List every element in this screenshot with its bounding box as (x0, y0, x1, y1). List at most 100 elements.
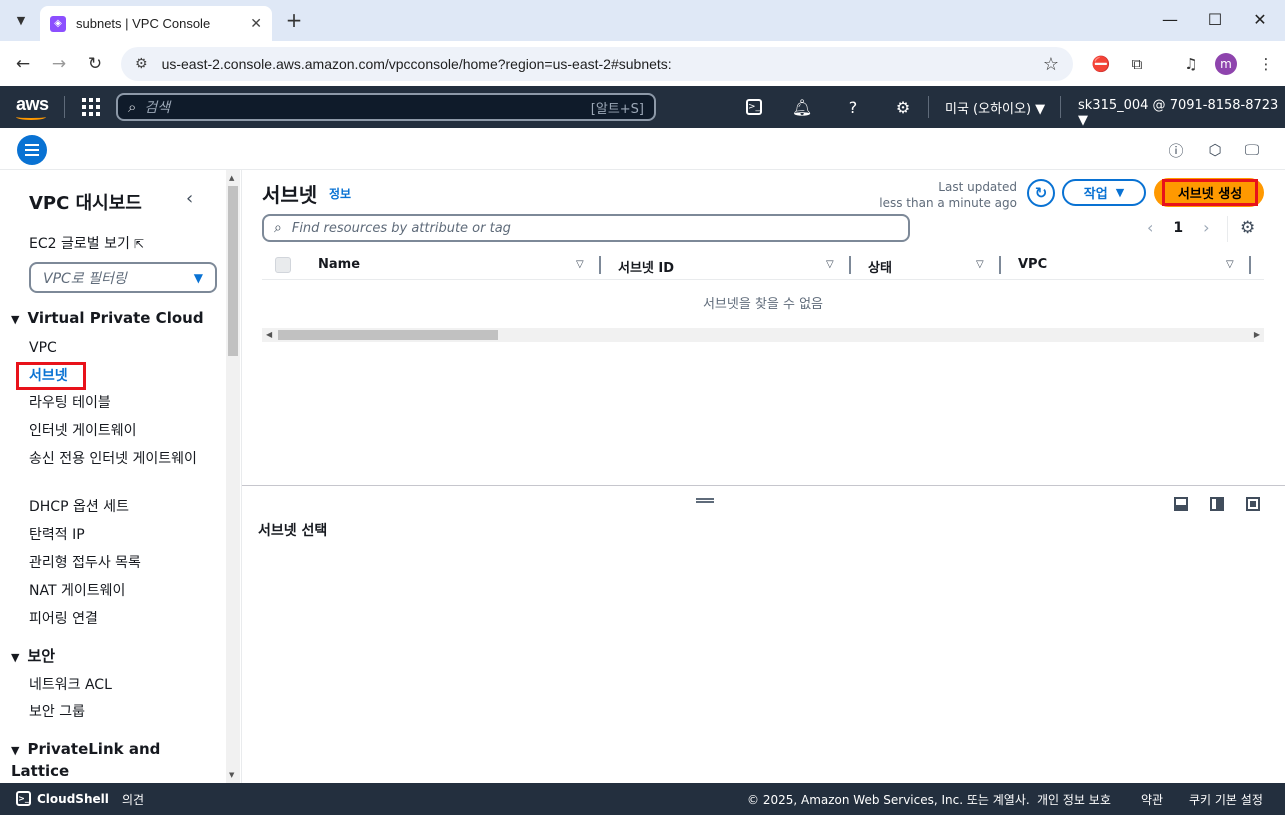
profile-avatar[interactable]: m (1215, 53, 1237, 75)
column-header-name[interactable]: Name (318, 257, 360, 272)
minimize-icon[interactable]: — (1160, 10, 1180, 29)
panel-side-position-icon[interactable] (1210, 497, 1224, 511)
sidebar-title[interactable]: VPC 대시보드 (29, 189, 142, 215)
actions-button[interactable]: 작업 ▼ (1062, 179, 1146, 206)
sidebar-scrollbar[interactable]: ▲ ▼ (226, 170, 240, 783)
region-selector[interactable]: 미국 (오하이오) ▼ (945, 98, 1045, 117)
collapse-sidebar-icon[interactable]: ‹ (186, 188, 193, 209)
feedback-display-icon[interactable]: 🖵︎ (1242, 140, 1262, 160)
search-placeholder: 검색 (144, 100, 171, 116)
sidebar-item-security-groups[interactable]: 보안 그룹 (29, 702, 209, 722)
cloudshell-icon[interactable]: >_ (746, 99, 762, 115)
previous-page-icon[interactable]: ‹ (1147, 218, 1153, 237)
page-number[interactable]: 1 (1173, 220, 1183, 236)
cookie-preferences-link[interactable]: 쿠키 기본 설정 (1189, 791, 1263, 808)
close-tab-icon[interactable]: ✕ (250, 16, 262, 32)
expand-caret-icon: ▼ (11, 651, 20, 664)
column-resizer[interactable] (849, 256, 851, 274)
sidebar-item-managed-prefix-lists[interactable]: 관리형 접두사 목록 (29, 553, 209, 573)
preferences-gear-icon[interactable]: ⚙ (1240, 218, 1255, 238)
bookmark-star-icon[interactable]: ☆ (1043, 54, 1059, 75)
column-header-subnet-id[interactable]: 서브넷 ID (618, 257, 674, 276)
notifications-bell-icon[interactable]: 🔔︎ (791, 96, 813, 118)
scroll-down-icon[interactable]: ▼ (229, 771, 234, 779)
browser-menu-icon[interactable]: ⋮ (1255, 53, 1277, 75)
help-icon[interactable]: ? (842, 96, 864, 118)
scroll-left-icon[interactable]: ◀ (266, 330, 272, 339)
section-virtual-private-cloud[interactable]: ▼ Virtual Private Cloud (11, 309, 204, 327)
address-bar[interactable]: ⚙ us-east-2.console.aws.amazon.com/vpcco… (121, 47, 1073, 81)
column-resizer[interactable] (999, 256, 1001, 274)
browser-tab[interactable]: ◈ subnets | VPC Console ✕ (40, 6, 272, 41)
scroll-up-icon[interactable]: ▲ (229, 174, 234, 182)
tab-search-chevron-icon[interactable]: ▼ (8, 8, 34, 32)
resize-handle-icon[interactable] (696, 498, 714, 503)
side-navigation: VPC 대시보드 ‹ EC2 글로벌 보기 ⇱ VPC로 필터링 ▼ ▼ Virtu… (0, 170, 242, 783)
vpc-filter-select[interactable]: VPC로 필터링 ▼ (29, 262, 217, 293)
sidebar-item-nat-gateways[interactable]: NAT 게이트웨이 (29, 581, 209, 601)
info-panel-icon[interactable]: ⓘ (1166, 140, 1186, 160)
column-header-vpc[interactable]: VPC (1018, 257, 1047, 272)
forward-icon[interactable]: → (48, 53, 70, 75)
terms-link[interactable]: 약관 (1141, 791, 1163, 808)
table-horizontal-scrollbar[interactable]: ◀ ▶ (262, 328, 1264, 342)
scrollbar-thumb[interactable] (278, 330, 498, 340)
close-window-icon[interactable]: ✕ (1250, 10, 1270, 29)
split-panel-title: 서브넷 선택 (258, 523, 328, 539)
aws-logo[interactable]: aws (16, 94, 49, 120)
select-all-checkbox[interactable] (275, 257, 291, 273)
sidebar-item-internet-gateways[interactable]: 인터넷 게이트웨이 (29, 421, 209, 441)
maximize-icon[interactable]: ☐ (1205, 10, 1225, 29)
sort-caret-icon[interactable]: ▽ (826, 259, 834, 270)
sort-caret-icon[interactable]: ▽ (1226, 259, 1234, 270)
main-content: 서브넷 정보 Last updated less than a minute a… (242, 170, 1285, 485)
media-control-icon[interactable]: ♫ (1180, 53, 1202, 75)
browser-toolbar: ← → ↻ ⚙ us-east-2.console.aws.amazon.com… (0, 41, 1285, 86)
sidebar-item-dhcp-option-sets[interactable]: DHCP 옵션 세트 (29, 497, 209, 517)
column-resizer[interactable] (1249, 256, 1251, 274)
sidebar-item-egress-only-igw[interactable]: 송신 전용 인터넷 게이트웨이 (29, 449, 209, 469)
panel-bottom-position-icon[interactable] (1174, 497, 1188, 511)
aws-search-input[interactable]: ⌕ 검색 [알트+S] (116, 93, 656, 121)
ec2-global-view-link[interactable]: EC2 글로벌 보기 ⇱ (29, 233, 144, 253)
filter-placeholder: Find resources by attribute or tag (291, 220, 511, 236)
unified-settings-icon[interactable]: ⬡ (1205, 140, 1225, 160)
side-nav-toggle-button[interactable] (17, 135, 47, 165)
subnets-table: Name ▽ 서브넷 ID ▽ 상태 ▽ VPC ▽ 서브넷을 찾을 수 없음 (262, 253, 1264, 312)
extension-blocker-icon[interactable]: ⛔ (1090, 53, 1112, 75)
feedback-link[interactable]: 의견 (122, 791, 144, 808)
settings-gear-icon[interactable]: ⚙ (892, 96, 914, 118)
section-privatelink[interactable]: ▼ PrivateLink and Lattice (11, 739, 161, 781)
scrollbar-thumb[interactable] (228, 186, 238, 356)
create-subnet-button[interactable]: 서브넷 생성 (1154, 178, 1264, 207)
sidebar-item-network-acl[interactable]: 네트워크 ACL (29, 675, 209, 695)
cloudshell-icon: >_ (16, 791, 31, 806)
reload-icon[interactable]: ↻ (84, 53, 106, 75)
sidebar-item-vpc[interactable]: VPC (29, 338, 209, 358)
sidebar-item-elastic-ip[interactable]: 탄력적 IP (29, 525, 209, 545)
new-tab-icon[interactable]: + (282, 8, 306, 32)
section-security[interactable]: ▼ 보안 (11, 645, 55, 666)
external-link-icon: ⇱ (133, 237, 144, 251)
site-info-icon[interactable]: ⚙ (135, 56, 148, 72)
url-text: us-east-2.console.aws.amazon.com/vpccons… (161, 56, 672, 72)
next-page-icon[interactable]: › (1203, 218, 1209, 237)
scroll-right-icon[interactable]: ▶ (1254, 330, 1260, 339)
resource-filter-input[interactable]: ⌕ Find resources by attribute or tag (262, 214, 910, 242)
sort-caret-icon[interactable]: ▽ (576, 259, 584, 270)
sidebar-item-peering-connections[interactable]: 피어링 연결 (29, 609, 209, 629)
panel-close-icon[interactable] (1246, 497, 1260, 511)
column-header-state[interactable]: 상태 (868, 257, 892, 276)
info-link[interactable]: 정보 (329, 185, 351, 202)
back-icon[interactable]: ← (12, 53, 34, 75)
sort-caret-icon[interactable]: ▽ (976, 259, 984, 270)
privacy-link[interactable]: 개인 정보 보호 (1037, 791, 1111, 808)
cloudshell-button[interactable]: >_ CloudShell (16, 791, 109, 806)
refresh-button[interactable]: ↻ (1027, 179, 1055, 207)
extensions-puzzle-icon[interactable]: ⧉ (1126, 53, 1148, 75)
account-menu[interactable]: sk315_004 @ 7091-8158-8723 ▼ (1078, 98, 1285, 128)
column-resizer[interactable] (599, 256, 601, 274)
pager-divider (1227, 216, 1228, 242)
sidebar-item-route-tables[interactable]: 라우팅 테이블 (29, 393, 209, 413)
services-grid-icon[interactable] (82, 98, 100, 116)
